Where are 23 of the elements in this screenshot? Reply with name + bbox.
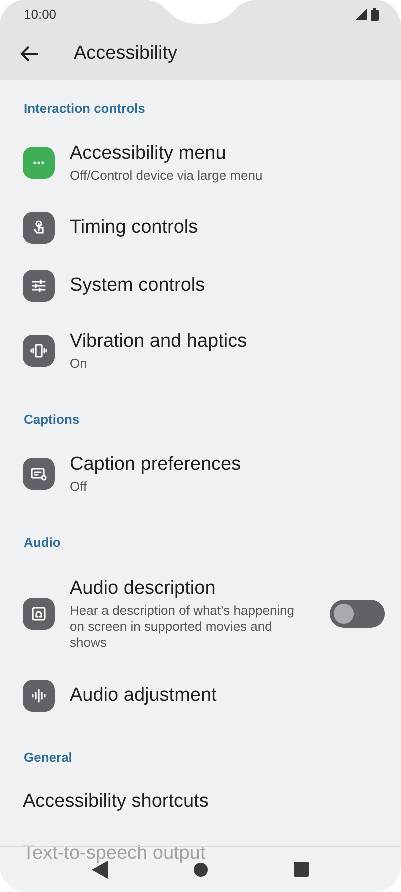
item-title[interactable]: System controls [70, 274, 385, 298]
status-time: 10:00 [24, 6, 57, 22]
section-header: Audio [23, 534, 62, 552]
item-title[interactable]: Audio description [70, 577, 297, 601]
section-header: Interaction controls [23, 100, 146, 118]
item-title[interactable]: Accessibility shortcuts [23, 790, 385, 814]
signal-icon [356, 8, 367, 20]
toggle-switch[interactable] [330, 600, 385, 628]
back-arrow-icon [20, 44, 40, 64]
item-title[interactable]: Accessibility menu [70, 142, 385, 166]
item-subtitle: Off [70, 479, 88, 495]
item-title[interactable]: Vibration and haptics [70, 330, 385, 354]
item-subtitle: On [70, 356, 88, 372]
recents-nav-icon[interactable] [292, 860, 311, 879]
section-header: General [23, 749, 74, 767]
item-title[interactable]: Audio adjustment [70, 684, 385, 708]
page-title: Accessibility [74, 43, 178, 65]
section-header: Captions [23, 411, 81, 429]
battery-icon [371, 8, 379, 20]
item-subtitle: Hear a description of what’s happening on screen in supported movies and shows [70, 603, 296, 651]
item-subtitle: Off/Control device via large menu [70, 168, 264, 184]
item-title[interactable]: Caption preferences [70, 453, 385, 477]
item-title[interactable]: Timing controls [70, 216, 385, 240]
